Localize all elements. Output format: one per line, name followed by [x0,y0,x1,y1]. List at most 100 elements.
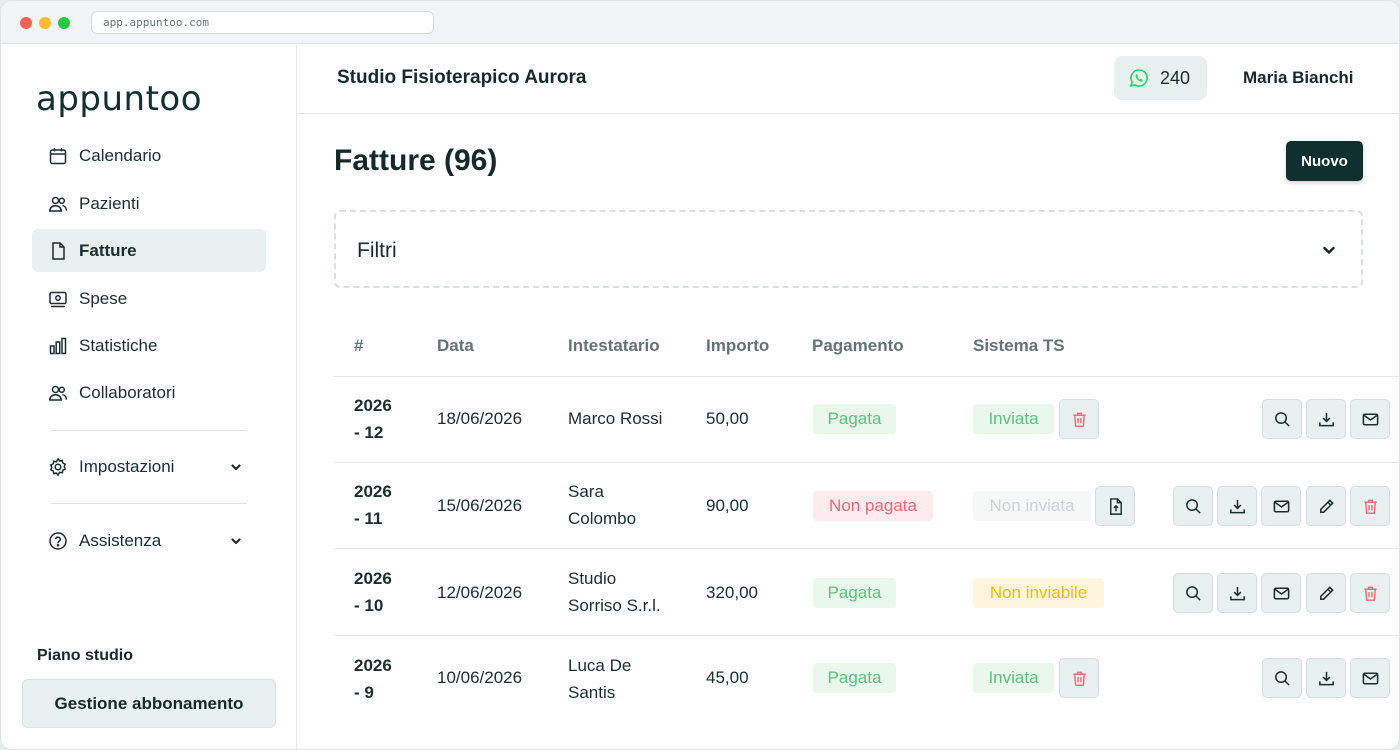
download-icon [1318,671,1334,685]
receipt-icon [49,291,67,307]
delete-ts-button[interactable] [1059,658,1099,698]
view-invoice-button[interactable] [1173,486,1213,526]
download-icon [1318,412,1334,426]
sidebar-item-label: Spese [79,288,128,308]
email-invoice-button[interactable] [1350,658,1390,698]
manage-subscription-button[interactable]: Gestione abbonamento [22,679,276,728]
sidebar-item-impostazioni[interactable]: Impostazioni [32,445,266,488]
email-invoice-button[interactable] [1261,486,1301,526]
sidebar-item-label: Collaboratori [79,382,176,402]
sidebar: appuntoo Calendario Pazienti Fatture Spe… [1,45,297,749]
chevron-down-icon [1323,246,1335,254]
delete-invoice-button[interactable] [1350,486,1390,526]
send-ts-button[interactable] [1095,486,1135,526]
sidebar-item-statistiche[interactable]: Statistiche [32,324,266,367]
browser-titlebar: app.appuntoo.com [1,1,1399,44]
sidebar-item-pazienti[interactable]: Pazienti [32,182,266,225]
browser-window: app.appuntoo.com appuntoo Calendario Paz… [0,0,1400,750]
chevron-down-icon [231,463,241,470]
search-icon [1185,585,1201,601]
maximize-window-button[interactable] [58,17,70,29]
row-divider [334,548,1399,549]
edit-invoice-button[interactable] [1306,573,1346,613]
sidebar-divider [51,503,247,504]
sidebar-item-spese[interactable]: Spese [32,277,266,320]
calendar-icon [49,147,67,164]
whatsapp-icon [1129,69,1148,88]
search-icon [1185,498,1201,514]
sidebar-item-label: Statistiche [79,335,158,355]
edit-invoice-button[interactable] [1306,486,1346,526]
download-invoice-button[interactable] [1306,658,1346,698]
sidebar-item-label: Calendario [79,145,162,165]
view-invoice-button[interactable] [1173,573,1213,613]
invoice-number[interactable]: 2026- 9 [354,652,392,706]
download-invoice-button[interactable] [1306,399,1346,439]
invoice-number[interactable]: 2026- 12 [354,392,392,446]
users-icon [49,385,68,401]
file-upload-icon [1109,497,1122,515]
filters-panel[interactable]: Filtri [334,210,1363,288]
sidebar-item-calendario[interactable]: Calendario [32,134,266,177]
whatsapp-credits-badge[interactable]: 240 [1114,56,1207,100]
delete-invoice-button[interactable] [1350,573,1390,613]
column-header-date: Data [437,336,474,355]
file-icon [52,241,65,260]
column-header-number: # [354,336,364,355]
top-bar: Studio Fisioterapico Aurora 240 Maria Bi… [297,45,1399,114]
email-invoice-button[interactable] [1261,573,1301,613]
trash-icon [1363,586,1377,601]
minimize-window-button[interactable] [39,17,51,29]
gear-icon [49,456,67,477]
invoice-number[interactable]: 2026- 11 [354,478,392,532]
mail-icon [1362,413,1378,425]
url-bar[interactable]: app.appuntoo.com [91,11,434,34]
sidebar-item-assistenza[interactable]: Assistenza [32,519,266,562]
invoice-holder: Studio Sorriso S.r.l. [568,569,661,615]
sidebar-item-fatture[interactable]: Fatture [32,229,266,272]
payment-status-badge: Pagata [813,663,896,693]
mail-icon [1273,500,1289,512]
studio-name: Studio Fisioterapico Aurora [337,67,587,88]
user-menu[interactable]: Maria Bianchi [1243,68,1354,88]
ts-status-badge: Non inviabile [973,578,1104,608]
ts-status-badge: Inviata [973,663,1054,693]
column-header-payment: Pagamento [812,336,904,355]
page-title: Fatture (96) [334,144,498,177]
pencil-icon [1319,498,1334,513]
download-icon [1229,586,1245,600]
new-invoice-button[interactable]: Nuovo [1286,141,1363,181]
email-invoice-button[interactable] [1350,399,1390,439]
column-header-holder: Intestatario [568,336,660,355]
view-invoice-button[interactable] [1262,399,1302,439]
invoice-date: 12/06/2026 [437,583,523,602]
app-logo[interactable]: appuntoo [36,79,202,119]
invoice-holder: Luca De Santis [568,656,632,702]
download-invoice-button[interactable] [1217,573,1257,613]
ts-status-badge: Inviata [973,404,1054,434]
trash-icon [1363,499,1377,514]
view-invoice-button[interactable] [1262,658,1302,698]
whatsapp-count: 240 [1160,67,1191,88]
payment-status-badge: Pagata [813,404,896,434]
users-icon [49,196,68,212]
ts-status-badge: Non inviata [973,491,1091,521]
sidebar-divider [51,430,247,431]
row-divider [334,635,1399,636]
invoice-holder: Sara Colombo [568,482,637,528]
trash-icon [1072,671,1086,686]
filters-label: Filtri [357,239,397,262]
help-icon [49,531,67,550]
sidebar-item-collaboratori[interactable]: Collaboratori [32,371,266,414]
delete-ts-button[interactable] [1059,399,1099,439]
download-invoice-button[interactable] [1217,486,1257,526]
mail-icon [1273,587,1289,599]
invoice-date: 10/06/2026 [437,668,523,687]
bar-chart-icon [49,337,67,354]
invoice-number[interactable]: 2026- 10 [354,565,392,619]
search-icon [1274,670,1290,686]
close-window-button[interactable] [20,17,32,29]
invoice-amount: 45,00 [706,668,749,687]
sidebar-item-label: Pazienti [79,193,140,213]
sidebar-item-label: Assistenza [79,530,162,550]
